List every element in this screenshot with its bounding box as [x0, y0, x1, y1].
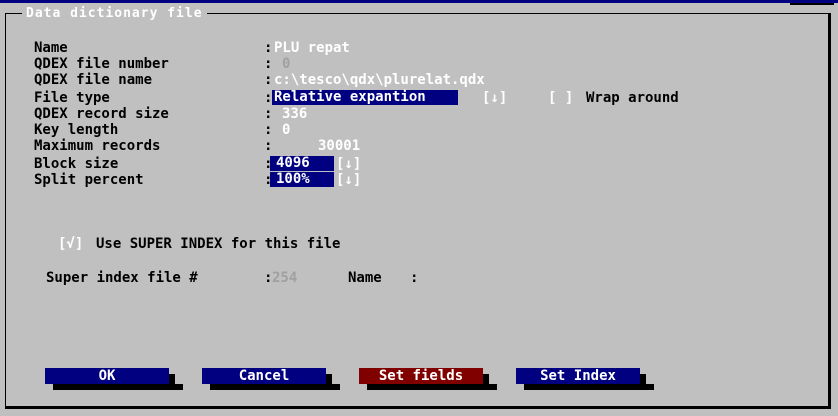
label-block-size: Block size — [34, 156, 119, 172]
ok-button-shadow — [169, 374, 175, 390]
super-index-name-label: Name — [348, 270, 382, 286]
file-type-dropdown-icon[interactable]: [↓] — [482, 90, 507, 106]
set-fields-button-shadow — [483, 374, 489, 390]
label-name: Name — [34, 40, 68, 56]
label-maximum-records: Maximum records — [34, 138, 161, 154]
top-right-stub — [790, 3, 834, 5]
label-file-type: File type — [34, 90, 110, 106]
label-split-percent: Split percent — [34, 172, 144, 188]
dialog-title: Data dictionary file — [22, 6, 207, 22]
colon: : — [264, 40, 273, 56]
set-fields-button[interactable]: Set fields — [359, 368, 483, 384]
label-qdex-file-number: QDEX file number — [34, 56, 169, 72]
file-type-select[interactable]: Relative expantion — [272, 90, 458, 105]
split-percent-select[interactable]: 100% — [270, 172, 334, 187]
colon: : — [264, 106, 273, 122]
cancel-button[interactable]: Cancel — [202, 368, 326, 384]
label-key-length: Key length — [34, 122, 119, 138]
top-border — [0, 0, 838, 3]
cancel-button-shadow — [210, 384, 340, 390]
dos-screen: Data dictionary file Name QDEX file numb… — [0, 0, 838, 416]
ok-button-shadow — [53, 384, 183, 390]
set-index-button-shadow — [524, 384, 654, 390]
super-index-file-field[interactable]: 254 — [272, 270, 297, 286]
colon: : — [264, 56, 273, 72]
ok-button[interactable]: OK — [45, 368, 169, 384]
split-percent-dropdown-icon[interactable]: [↓] — [336, 172, 361, 188]
super-index-label: Use SUPER INDEX for this file — [96, 236, 341, 252]
wrap-around-label: Wrap around — [586, 90, 679, 106]
set-index-button[interactable]: Set Index — [516, 368, 640, 384]
maximum-records-field[interactable]: 30001 — [318, 138, 360, 154]
colon: : — [264, 138, 273, 154]
colon: : — [264, 72, 273, 88]
label-qdex-record-size: QDEX record size — [34, 106, 169, 122]
qdex-record-size-field[interactable]: 336 — [282, 106, 307, 122]
super-index-file-label: Super index file # — [46, 270, 198, 286]
set-fields-button-shadow — [367, 384, 497, 390]
super-index-checkbox[interactable]: [√] — [58, 236, 83, 252]
colon: : — [264, 122, 273, 138]
wrap-around-checkbox[interactable]: [ ] — [548, 90, 573, 106]
label-qdex-file-name: QDEX file name — [34, 72, 153, 88]
block-size-dropdown-icon[interactable]: [↓] — [336, 156, 361, 172]
set-index-button-shadow — [640, 374, 646, 390]
cancel-button-shadow — [326, 374, 332, 390]
block-size-select[interactable]: 4096 — [270, 156, 334, 171]
key-length-field[interactable]: 0 — [282, 122, 290, 138]
qdex-file-number-field[interactable]: 0 — [282, 56, 290, 72]
colon: : — [410, 270, 419, 286]
name-field[interactable]: PLU repat — [274, 40, 350, 56]
qdex-file-name-field[interactable]: c:\tesco\qdx\plurelat.qdx — [274, 72, 485, 88]
